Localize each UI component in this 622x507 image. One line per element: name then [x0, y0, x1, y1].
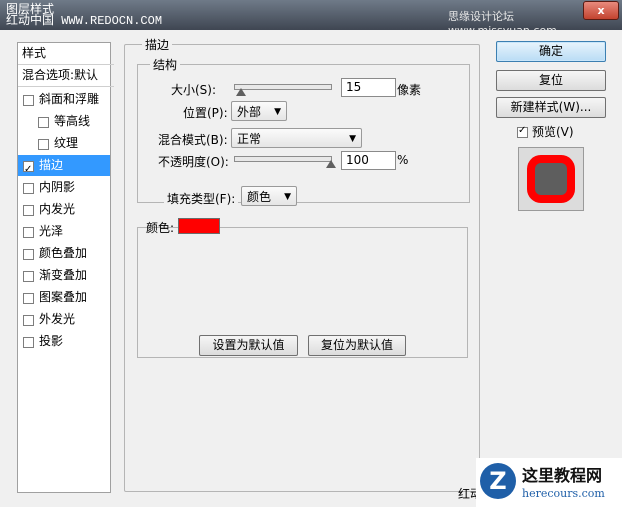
fill-type-value: 颜色 — [247, 190, 272, 204]
inner-glow-checkbox[interactable] — [23, 205, 34, 216]
opacity-input[interactable]: 100 — [341, 151, 396, 170]
satin-checkbox[interactable] — [23, 227, 34, 238]
blend-mode-value: 正常 — [237, 132, 262, 146]
stroke-group-title: 描边 — [142, 36, 173, 53]
color-overlay-checkbox[interactable] — [23, 249, 34, 260]
reset-default-button[interactable]: 复位为默认值 — [308, 335, 406, 356]
ok-button[interactable]: 确定 — [496, 41, 606, 62]
close-button[interactable]: x — [583, 1, 619, 20]
color-label: 颜色: — [146, 221, 175, 235]
style-item-outer-glow[interactable]: 外发光 — [18, 309, 110, 330]
watermark-text: 红动中国 WWW.REDOCN.COM — [6, 14, 163, 28]
site-title: 这里教程网 — [522, 466, 603, 485]
style-item-drop-shadow[interactable]: 投影 — [18, 331, 110, 352]
style-item-gradient-overlay[interactable]: 渐变叠加 — [18, 265, 110, 286]
title-bar: 图层样式 红动中国 WWW.REDOCN.COM 思缘设计论坛 www.miss… — [0, 0, 622, 37]
style-item-label: 颜色叠加 — [39, 246, 88, 260]
site-logo: Z — [480, 463, 516, 499]
blend-options-item[interactable]: 混合选项:默认 — [18, 65, 114, 87]
position-label: 位置(P): — [183, 106, 228, 120]
reset-button[interactable]: 复位 — [496, 70, 606, 91]
structure-group-title: 结构 — [150, 56, 181, 73]
style-item-stroke[interactable]: 描边 — [18, 155, 110, 180]
site-url: herecours.com — [522, 487, 605, 500]
size-slider-thumb[interactable] — [236, 88, 246, 96]
style-item-label: 内阴影 — [39, 180, 76, 194]
size-slider-track[interactable] — [234, 84, 332, 90]
site-watermark: Z 这里教程网 herecours.com — [476, 458, 622, 507]
size-label: 大小(S): — [171, 83, 217, 97]
outer-glow-checkbox[interactable] — [23, 315, 34, 326]
chevron-down-icon: ▼ — [349, 134, 356, 144]
blend-mode-select[interactable]: 正常 ▼ — [231, 128, 362, 148]
position-select[interactable]: 外部 ▼ — [231, 101, 287, 121]
gradient-overlay-checkbox[interactable] — [23, 271, 34, 282]
opacity-slider-thumb[interactable] — [326, 160, 336, 168]
style-item-label: 描边 — [39, 158, 64, 172]
new-style-button[interactable]: 新建样式(W)... — [496, 97, 606, 118]
styles-header[interactable]: 样式 — [18, 43, 114, 65]
layer-style-dialog: 样式 混合选项:默认 斜面和浮雕 等高线 纹理 描边 内阴影 内发光 光泽 — [0, 30, 622, 507]
inner-shadow-checkbox[interactable] — [23, 183, 34, 194]
style-item-satin[interactable]: 光泽 — [18, 221, 110, 242]
preview-shape — [535, 163, 567, 195]
opacity-unit-label: % — [397, 153, 409, 167]
style-item-texture[interactable]: 纹理 — [18, 133, 110, 154]
fill-type-select[interactable]: 颜色 ▼ — [241, 186, 297, 206]
style-item-label: 投影 — [39, 334, 64, 348]
fill-type-group — [137, 227, 468, 358]
contour-checkbox[interactable] — [38, 117, 49, 128]
style-item-label: 图案叠加 — [39, 290, 88, 304]
preview-label: 预览(V) — [532, 125, 574, 139]
pattern-overlay-checkbox[interactable] — [23, 293, 34, 304]
style-item-inner-shadow[interactable]: 内阴影 — [18, 177, 110, 198]
style-item-inner-glow[interactable]: 内发光 — [18, 199, 110, 220]
blend-mode-label: 混合模式(B): — [158, 133, 228, 147]
opacity-slider-track[interactable] — [234, 156, 332, 162]
style-item-bevel-emboss[interactable]: 斜面和浮雕 — [18, 89, 110, 110]
style-item-label: 纹理 — [54, 136, 79, 150]
style-item-label: 渐变叠加 — [39, 268, 88, 282]
stroke-color-swatch[interactable] — [178, 218, 220, 234]
style-item-label: 斜面和浮雕 — [39, 92, 100, 106]
size-unit-label: 像素 — [397, 83, 422, 97]
stroke-checkbox[interactable] — [23, 159, 34, 180]
drop-shadow-checkbox[interactable] — [23, 337, 34, 348]
bevel-emboss-checkbox[interactable] — [23, 95, 34, 106]
style-item-label: 光泽 — [39, 224, 64, 238]
style-item-color-overlay[interactable]: 颜色叠加 — [18, 243, 110, 264]
texture-checkbox[interactable] — [38, 139, 49, 150]
styles-list: 样式 混合选项:默认 斜面和浮雕 等高线 纹理 描边 内阴影 内发光 光泽 — [17, 42, 114, 493]
set-default-button[interactable]: 设置为默认值 — [199, 335, 298, 356]
style-item-pattern-overlay[interactable]: 图案叠加 — [18, 287, 110, 308]
opacity-label: 不透明度(O): — [158, 155, 229, 169]
style-item-label: 等高线 — [54, 114, 91, 128]
chevron-down-icon: ▼ — [274, 107, 281, 117]
style-item-label: 内发光 — [39, 202, 76, 216]
preview-checkbox[interactable] — [517, 125, 528, 138]
size-input[interactable]: 15 — [341, 78, 396, 97]
preview-thumbnail — [518, 147, 584, 211]
chevron-down-icon: ▼ — [284, 192, 291, 202]
style-item-label: 外发光 — [39, 312, 76, 326]
position-value: 外部 — [237, 105, 262, 119]
fill-type-label: 填充类型(F): — [164, 190, 239, 207]
style-item-contour[interactable]: 等高线 — [18, 111, 110, 132]
